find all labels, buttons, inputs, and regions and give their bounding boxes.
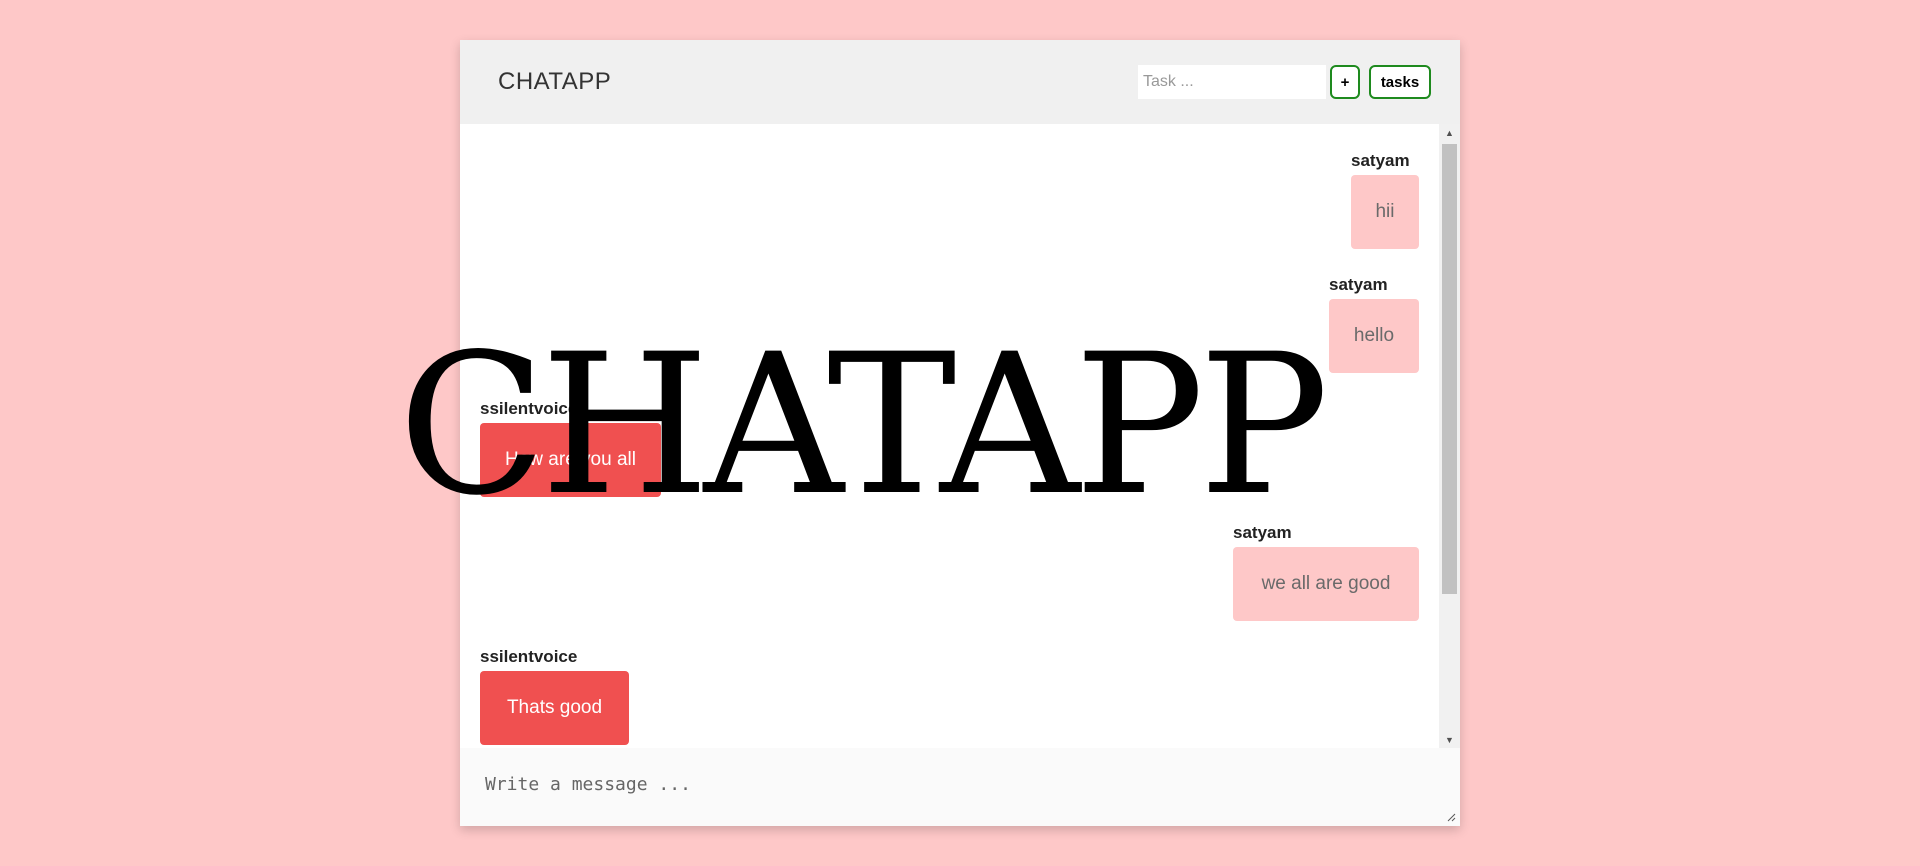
message-author: satyam xyxy=(1329,275,1388,294)
message-bubble: How are you all xyxy=(480,423,661,497)
message-author: satyam xyxy=(1351,151,1410,170)
scroll-down-arrow-icon[interactable]: ▼ xyxy=(1439,731,1460,748)
message-composer xyxy=(460,748,1460,826)
task-input[interactable] xyxy=(1138,65,1326,99)
chat-window: CHATAPP + tasks satyam hii satyam hello … xyxy=(460,40,1460,826)
chat-header: CHATAPP + tasks xyxy=(460,40,1460,124)
tasks-button[interactable]: tasks xyxy=(1369,65,1431,99)
app-title: CHATAPP xyxy=(498,68,612,95)
message-bubble: hello xyxy=(1329,299,1419,373)
message-scrollbar[interactable]: ▲ ▼ xyxy=(1439,124,1460,748)
message-item: satyam hii xyxy=(1351,151,1419,249)
scroll-up-arrow-icon[interactable]: ▲ xyxy=(1439,124,1460,141)
message-author: ssilentvoice xyxy=(480,399,578,418)
message-input[interactable] xyxy=(460,748,1460,826)
message-author: satyam xyxy=(1233,523,1292,542)
add-task-button[interactable]: + xyxy=(1330,65,1360,99)
message-item: ssilentvoice Thats good xyxy=(480,647,629,745)
message-item: satyam we all are good xyxy=(1233,523,1419,621)
message-list[interactable]: satyam hii satyam hello ssilentvoice How… xyxy=(460,124,1439,748)
message-bubble: Thats good xyxy=(480,671,629,745)
resize-handle-icon[interactable] xyxy=(1446,812,1456,822)
message-bubble: hii xyxy=(1351,175,1419,249)
scrollbar-thumb[interactable] xyxy=(1442,144,1457,594)
message-author: ssilentvoice xyxy=(480,647,578,666)
message-item: ssilentvoice How are you all xyxy=(480,399,661,497)
message-bubble: we all are good xyxy=(1233,547,1419,621)
message-item: satyam hello xyxy=(1329,275,1419,373)
